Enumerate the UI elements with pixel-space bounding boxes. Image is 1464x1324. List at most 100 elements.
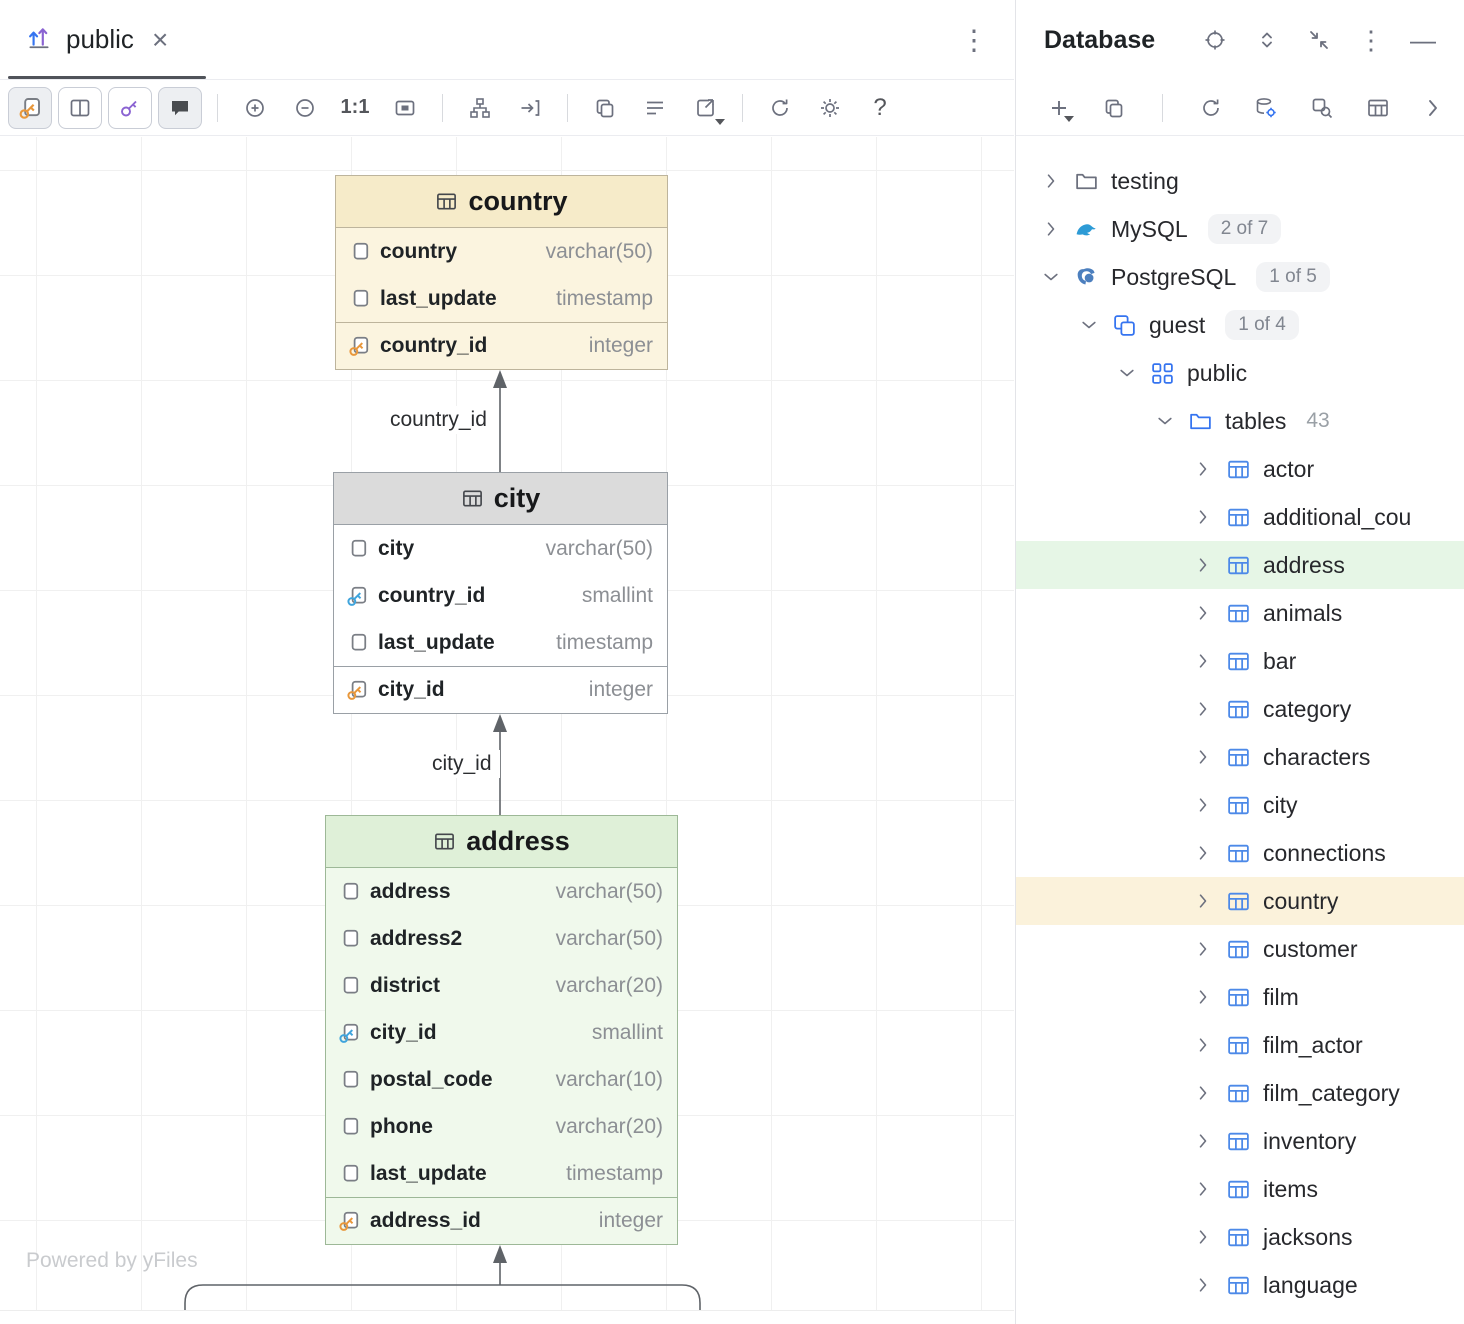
table-column-row[interactable]: address2 varchar(50) [326, 915, 677, 962]
zoom-out-button[interactable] [283, 87, 327, 129]
chevron-right-icon[interactable] [1192, 986, 1214, 1008]
tree-item-jacksons[interactable]: jacksons [1016, 1213, 1464, 1261]
tree-item-inventory[interactable]: inventory [1016, 1117, 1464, 1165]
table-column-row[interactable]: country_id smallint [334, 572, 667, 619]
table-column-row[interactable]: country varchar(50) [336, 228, 667, 275]
refresh-diagram-button[interactable] [758, 87, 802, 129]
show-keys-toggle-button[interactable] [108, 87, 152, 129]
chevron-right-icon[interactable] [1192, 938, 1214, 960]
fit-content-button[interactable] [383, 87, 427, 129]
chevron-down-icon[interactable] [1078, 314, 1100, 336]
duplicate-button[interactable] [1098, 90, 1132, 126]
toolbar-more-chevron-icon[interactable] [1416, 90, 1450, 126]
table-column-row[interactable]: district varchar(20) [326, 962, 677, 1009]
tree-item-film-actor[interactable]: film_actor [1016, 1021, 1464, 1069]
tree-item-film-category[interactable]: film_category [1016, 1069, 1464, 1117]
table-column-row[interactable]: postal_code varchar(10) [326, 1056, 677, 1103]
chevron-right-icon[interactable] [1040, 218, 1062, 240]
tree-item-actor[interactable]: actor [1016, 445, 1464, 493]
tree-item-bar[interactable]: bar [1016, 637, 1464, 685]
actual-size-button[interactable]: 1:1 [333, 87, 377, 129]
chevron-right-icon[interactable] [1192, 746, 1214, 768]
tree-item-animals[interactable]: animals [1016, 589, 1464, 637]
diagram-table-city[interactable]: city city varchar(50) country_id smallin… [333, 472, 668, 714]
search-objects-button[interactable] [1305, 90, 1339, 126]
table-column-row[interactable]: last_update timestamp [334, 619, 667, 666]
new-item-button[interactable] [1042, 90, 1076, 126]
panel-options-kebab-icon[interactable]: ⋮ [1358, 27, 1384, 53]
table-column-row[interactable]: address varchar(50) [326, 868, 677, 915]
zoom-in-button[interactable] [233, 87, 277, 129]
diagram-canvas[interactable]: country_id city_id country country varch… [0, 137, 1014, 1324]
tree-item-additional-cou[interactable]: additional_cou [1016, 493, 1464, 541]
tree-item-characters[interactable]: characters [1016, 733, 1464, 781]
chevron-right-icon[interactable] [1192, 1178, 1214, 1200]
show-comments-toggle-button[interactable] [158, 87, 202, 129]
tree-item-testing[interactable]: testing [1016, 157, 1464, 205]
tree-item-language[interactable]: language [1016, 1261, 1464, 1309]
chevron-right-icon[interactable] [1192, 602, 1214, 624]
show-key-columns-toggle-button[interactable] [8, 87, 52, 129]
diagram-details-button[interactable] [633, 87, 677, 129]
tree-item-tables[interactable]: tables 43 [1016, 397, 1464, 445]
collapse-all-icon[interactable] [1306, 27, 1332, 53]
table-column-row[interactable]: last_update timestamp [326, 1150, 677, 1197]
chevron-right-icon[interactable] [1192, 794, 1214, 816]
editor-options-kebab-icon[interactable]: ⋮ [960, 23, 988, 56]
export-diagram-button[interactable] [683, 87, 727, 129]
table-column-row[interactable]: city varchar(50) [334, 525, 667, 572]
show-columns-panel-toggle-button[interactable] [58, 87, 102, 129]
chevron-right-icon[interactable] [1192, 1130, 1214, 1152]
chevron-right-icon[interactable] [1192, 890, 1214, 912]
chevron-right-icon[interactable] [1192, 1034, 1214, 1056]
chevron-right-icon[interactable] [1192, 650, 1214, 672]
hide-panel-icon[interactable]: — [1410, 27, 1436, 53]
data-source-properties-button[interactable] [1250, 90, 1284, 126]
tree-item-category[interactable]: category [1016, 685, 1464, 733]
table-column-row[interactable]: address_id integer [326, 1197, 677, 1244]
chevron-right-icon[interactable] [1192, 842, 1214, 864]
tree-item-guest[interactable]: guest 1 of 4 [1016, 301, 1464, 349]
table-header-address[interactable]: address [326, 816, 677, 868]
jump-to-source-button[interactable] [508, 87, 552, 129]
diagram-table-country[interactable]: country country varchar(50) last_update … [335, 175, 668, 370]
tree-item-public[interactable]: public [1016, 349, 1464, 397]
chevron-right-icon[interactable] [1192, 1274, 1214, 1296]
chevron-right-icon[interactable] [1192, 1082, 1214, 1104]
tree-item-postgresql[interactable]: PostgreSQL 1 of 5 [1016, 253, 1464, 301]
chevron-right-icon[interactable] [1040, 170, 1062, 192]
horizontal-scrollbar[interactable] [0, 1310, 1014, 1324]
tree-item-customer[interactable]: customer [1016, 925, 1464, 973]
chevron-down-icon[interactable] [1040, 266, 1062, 288]
table-column-row[interactable]: city_id smallint [326, 1009, 677, 1056]
tree-item-city[interactable]: city [1016, 781, 1464, 829]
chevron-right-icon[interactable] [1192, 698, 1214, 720]
table-column-row[interactable]: phone varchar(20) [326, 1103, 677, 1150]
chevron-right-icon[interactable] [1192, 506, 1214, 528]
tree-item-connections[interactable]: connections [1016, 829, 1464, 877]
table-column-row[interactable]: city_id integer [334, 666, 667, 713]
tab-close-icon[interactable]: × [152, 26, 168, 54]
refresh-data-source-button[interactable] [1194, 90, 1228, 126]
chevron-right-icon[interactable] [1192, 1226, 1214, 1248]
help-button[interactable]: ? [858, 87, 902, 129]
chevron-down-icon[interactable] [1116, 362, 1138, 384]
copy-diagram-button[interactable] [583, 87, 627, 129]
table-view-button[interactable] [1361, 90, 1395, 126]
chevron-right-icon[interactable] [1192, 458, 1214, 480]
table-header-country[interactable]: country [336, 176, 667, 228]
tab-public[interactable]: public × [8, 0, 186, 79]
tree-item-country[interactable]: country [1016, 877, 1464, 925]
tree-item-partial[interactable] [1016, 1309, 1464, 1324]
table-header-city[interactable]: city [334, 473, 667, 525]
chevron-down-icon[interactable] [1154, 410, 1176, 432]
tree-item-mysql[interactable]: MySQL 2 of 7 [1016, 205, 1464, 253]
tree-item-items[interactable]: items [1016, 1165, 1464, 1213]
table-column-row[interactable]: last_update timestamp [336, 275, 667, 322]
table-column-row[interactable]: country_id integer [336, 322, 667, 369]
apply-layout-button[interactable] [458, 87, 502, 129]
tree-item-film[interactable]: film [1016, 973, 1464, 1021]
tree-item-address[interactable]: address [1016, 541, 1464, 589]
diagram-settings-gear-button[interactable] [808, 87, 852, 129]
diagram-table-address[interactable]: address address varchar(50) address2 var… [325, 815, 678, 1245]
